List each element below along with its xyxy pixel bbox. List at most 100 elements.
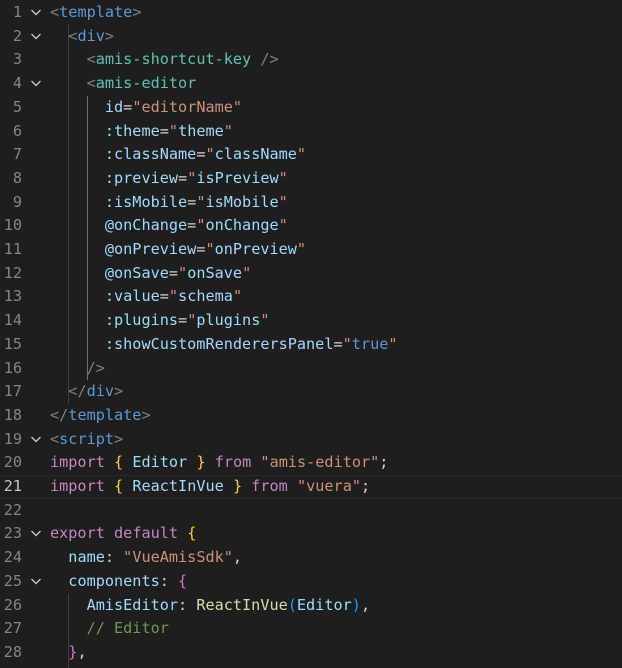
code-token: ;	[361, 477, 371, 495]
line-number: 22	[3, 500, 22, 519]
code-token: ,	[232, 548, 243, 567]
code-token: "	[296, 240, 307, 258]
code-line[interactable]: 21 import { ReactInVue } from "vuera";	[0, 475, 622, 499]
line-number: 4	[12, 74, 22, 93]
code-line[interactable]: 13 :value="schema"	[0, 285, 622, 309]
code-token: "	[187, 311, 197, 330]
code-token: true	[351, 334, 389, 353]
code-token: script	[59, 429, 115, 448]
code-token: :value	[104, 287, 160, 306]
code-token: "	[296, 145, 307, 164]
code-token: schema	[178, 287, 233, 306]
code-text: </template>	[50, 404, 151, 428]
code-token: "editorName"	[132, 97, 243, 116]
code-line[interactable]: 8 :preview="isPreview"	[0, 167, 622, 191]
code-token: "	[278, 192, 288, 211]
code-token: "	[205, 145, 215, 164]
chevron-down-icon[interactable]	[29, 570, 43, 594]
code-line[interactable]: 17 </div>	[0, 380, 622, 404]
code-line[interactable]: 2 <div>	[0, 25, 622, 49]
code-token: >	[132, 3, 142, 21]
chevron-down-icon[interactable]	[29, 1, 43, 25]
code-token: from	[251, 477, 288, 495]
code-token: Editor	[132, 453, 188, 472]
code-line[interactable]: 5 id="editorName"	[0, 96, 622, 120]
code-token: div	[86, 382, 115, 401]
code-token: =	[123, 97, 133, 116]
code-token: isMobile	[205, 192, 279, 211]
code-line[interactable]: 3 <amis-shortcut-key />	[0, 48, 622, 72]
line-number: 14	[3, 311, 22, 330]
code-line[interactable]: 7 :className="className"	[0, 143, 622, 167]
code-token: =	[159, 121, 169, 140]
code-line[interactable]: 28 },	[0, 641, 622, 665]
code-line[interactable]: 22	[0, 499, 622, 523]
chevron-down-icon[interactable]	[29, 522, 43, 546]
code-line[interactable]: 14 :plugins="plugins"	[0, 309, 622, 333]
code-line[interactable]: 15 :showCustomRenderersPanel="true"	[0, 333, 622, 357]
code-token: {	[114, 477, 124, 495]
line-number: 8	[12, 168, 22, 187]
code-token: =	[187, 216, 197, 235]
code-line[interactable]: 1 <template>	[0, 1, 622, 25]
chevron-down-icon[interactable]	[29, 428, 43, 452]
code-token: amis-shortcut-key	[95, 50, 252, 69]
code-token: ReactInVue	[132, 477, 224, 495]
code-text: :preview="isPreview"	[50, 167, 288, 191]
line-number: 7	[12, 145, 22, 164]
code-token: "	[168, 287, 179, 306]
code-line[interactable]: 9 :isMobile="isMobile"	[0, 191, 622, 215]
code-line[interactable]: 11 @onPreview="onPreview"	[0, 238, 622, 262]
code-text: :plugins="plugins"	[50, 309, 270, 333]
code-token: id	[104, 97, 124, 116]
code-line[interactable]: 26 AmisEditor: ReactInVue(Editor),	[0, 594, 622, 618]
code-text: import { ReactInVue } from "vuera";	[50, 476, 370, 498]
code-line[interactable]: 24 name: "VueAmisSdk",	[0, 546, 622, 570]
line-number: 1	[12, 3, 22, 21]
code-token: import	[50, 477, 105, 495]
code-line[interactable]: 6 :theme="theme"	[0, 120, 622, 144]
code-token: isPreview	[196, 168, 279, 187]
code-line[interactable]: 4 <amis-editor	[0, 72, 622, 96]
code-token: default	[114, 524, 179, 543]
code-line[interactable]: 27 // Editor	[0, 617, 622, 641]
code-token: />	[86, 358, 105, 377]
code-token: onSave	[187, 263, 243, 282]
code-token: "VueAmisSdk"	[123, 548, 233, 567]
code-line[interactable]: 25 components: {	[0, 570, 622, 594]
code-line[interactable]: 10 @onChange="onChange"	[0, 214, 622, 238]
code-token: onPreview	[214, 240, 297, 258]
code-token: =	[159, 287, 169, 306]
chevron-down-icon[interactable]	[29, 25, 43, 49]
code-token: @onPreview	[104, 240, 197, 258]
code-text: />	[50, 357, 105, 381]
code-token: <	[86, 74, 96, 93]
line-number: 27	[3, 619, 22, 638]
code-text: import { Editor } from "amis-editor";	[50, 451, 388, 475]
code-line[interactable]: 23 export default {	[0, 522, 622, 546]
code-line[interactable]: 20 import { Editor } from "amis-editor";	[0, 451, 622, 475]
code-token: :isMobile	[104, 192, 188, 211]
code-line[interactable]: 16 />	[0, 357, 622, 381]
code-token: :className	[104, 145, 197, 164]
code-line[interactable]: 18 </template>	[0, 404, 622, 428]
code-line[interactable]: 12 @onSave="onSave"	[0, 262, 622, 286]
code-line[interactable]: 19 <script>	[0, 428, 622, 452]
code-editor[interactable]: 1 <template> 2 <div> 3 <amis-shortcut-key /…	[0, 0, 622, 668]
code-token: <	[50, 3, 60, 21]
chevron-down-icon[interactable]	[29, 72, 43, 96]
code-token: ,	[77, 642, 87, 661]
line-number: 24	[3, 548, 22, 567]
